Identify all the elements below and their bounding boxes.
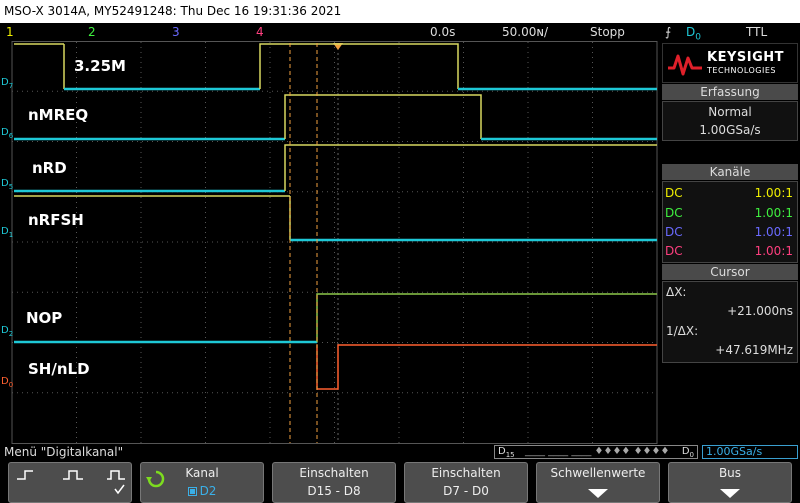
keysight-wave-icon [668, 54, 702, 76]
bus-submenu-arrow-icon [720, 489, 740, 498]
cursor-inv-value: +47.619MHz [715, 343, 793, 357]
cursor-dx-label: ΔX: [666, 285, 687, 299]
digital-bar-dashes: ____ ____ ____ ♦♦♦♦ ♦♦♦♦ [525, 446, 670, 457]
threshold-label: Schwellenwerte [550, 466, 646, 480]
kanal-label: Kanal [185, 466, 219, 480]
cursor-inv-label: 1/ΔX: [666, 324, 699, 338]
digital-sample-rate: 1.00GSa/s [702, 445, 798, 459]
submenu-arrow-icon [588, 489, 608, 498]
digital-marker-d7[interactable]: D7 [1, 77, 13, 90]
enable-d15-d8-label: Einschalten [299, 466, 369, 480]
digital-marker-d5[interactable]: D5 [1, 178, 13, 191]
channel-row-2: DC 1.00:1 [665, 206, 793, 220]
channel-row-1: DC 1.00:1 [665, 186, 793, 200]
channel-row-3: DC 1.00:1 [665, 225, 793, 239]
brand-sub: TECHNOLOGIES [707, 66, 776, 75]
digital-marker-d6[interactable]: D6 [1, 127, 13, 140]
threshold-softkey[interactable]: Schwellenwerte [536, 462, 660, 503]
signal-label-nmreq: nMREQ [28, 106, 89, 124]
enable-d7-d0-label: Einschalten [431, 466, 501, 480]
enable-d15-d8-softkey[interactable]: Einschalten D15 - D8 [272, 462, 396, 503]
kanal-value: D2 [141, 484, 263, 498]
signal-label-3-25m: 3.25M [74, 57, 126, 75]
cursor-header[interactable]: Cursor [662, 264, 798, 280]
trigger-edge-icon: ⨍ [665, 25, 672, 39]
signal-label-nrfsh: nRFSH [28, 211, 84, 229]
digital-bar-left: D15 [498, 446, 515, 459]
channels-header[interactable]: Kanäle [662, 164, 798, 180]
softkey-bar: Kanal D2 Einschalten D15 - D8 Einschalte… [0, 460, 800, 503]
enable-d7-d0-softkey[interactable]: Einschalten D7 - D0 [404, 462, 528, 503]
acquisition-header[interactable]: Erfassung [662, 84, 798, 100]
signal-label-nrd: nRD [32, 159, 67, 177]
channels-section: DC 1.00:1 DC 1.00:1 DC 1.00:1 DC 1.00:1 [662, 181, 798, 263]
enable-d7-d0-value: D7 - D0 [443, 484, 489, 498]
brand-name: KEYSIGHT [707, 50, 784, 65]
channel-3-indicator[interactable]: 3 [172, 23, 180, 41]
channel-select-icon [187, 487, 197, 496]
waveform-svg [0, 41, 660, 444]
digital-marker-d1[interactable]: D1 [1, 226, 13, 239]
enable-d15-d8-value: D15 - D8 [307, 484, 361, 498]
keysight-logo: KEYSIGHT TECHNOLOGIES [662, 43, 798, 83]
channel-2-indicator[interactable]: 2 [88, 23, 96, 41]
bus-label: Bus [718, 466, 742, 480]
pulse-type-icons [17, 470, 125, 495]
acquisition-mode: Normal [708, 105, 752, 119]
kanal-softkey[interactable]: Kanal D2 [140, 462, 264, 503]
time-offset: 0.0s [430, 25, 456, 39]
signal-label-nop: NOP [26, 309, 63, 327]
channel-1-indicator[interactable]: 1 [6, 23, 14, 41]
status-bar: 1 2 3 4 0.0s 50.00ɴ/ Stopp ⨍ D0 TTL [0, 23, 800, 42]
digital-marker-d0[interactable]: D0 [1, 376, 13, 389]
channel-row-4: DC 1.00:1 [665, 244, 793, 258]
threshold-type-softkey[interactable] [8, 462, 132, 503]
waveform-display[interactable]: 3.25M nMREQ nRD nRFSH NOP SH/nLD D7 D6 D… [0, 41, 660, 444]
trigger-type: TTL [746, 25, 768, 39]
bus-softkey[interactable]: Bus [668, 462, 792, 503]
digital-channel-bar[interactable]: D15 ____ ____ ____ ♦♦♦♦ ♦♦♦♦ D0 [494, 445, 698, 459]
menu-line: Menü "Digitalkanal" D15 ____ ____ ____ ♦… [0, 444, 800, 460]
cursor-section: ΔX: +21.000ns 1/ΔX: +47.619MHz [662, 281, 798, 363]
signal-label-shnld: SH/nLD [28, 360, 90, 378]
digital-marker-d2[interactable]: D2 [1, 325, 13, 338]
digital-bar-right: D0 [681, 446, 694, 459]
acquisition-rate: 1.00GSa/s [699, 123, 761, 137]
menu-title: Menü "Digitalkanal" [4, 445, 124, 459]
acquisition-section: Normal 1.00GSa/s [662, 101, 798, 141]
channel-4-indicator[interactable]: 4 [256, 23, 264, 41]
side-panel: KEYSIGHT TECHNOLOGIES Erfassung Normal 1… [660, 41, 800, 444]
cursor-dx-value: +21.000ns [727, 304, 793, 318]
timebase: 50.00ɴ/ [502, 25, 549, 39]
window-title: MSO-X 3014A, MY52491248: Thu Dec 16 19:3… [0, 0, 800, 23]
run-state: Stopp [590, 25, 625, 39]
